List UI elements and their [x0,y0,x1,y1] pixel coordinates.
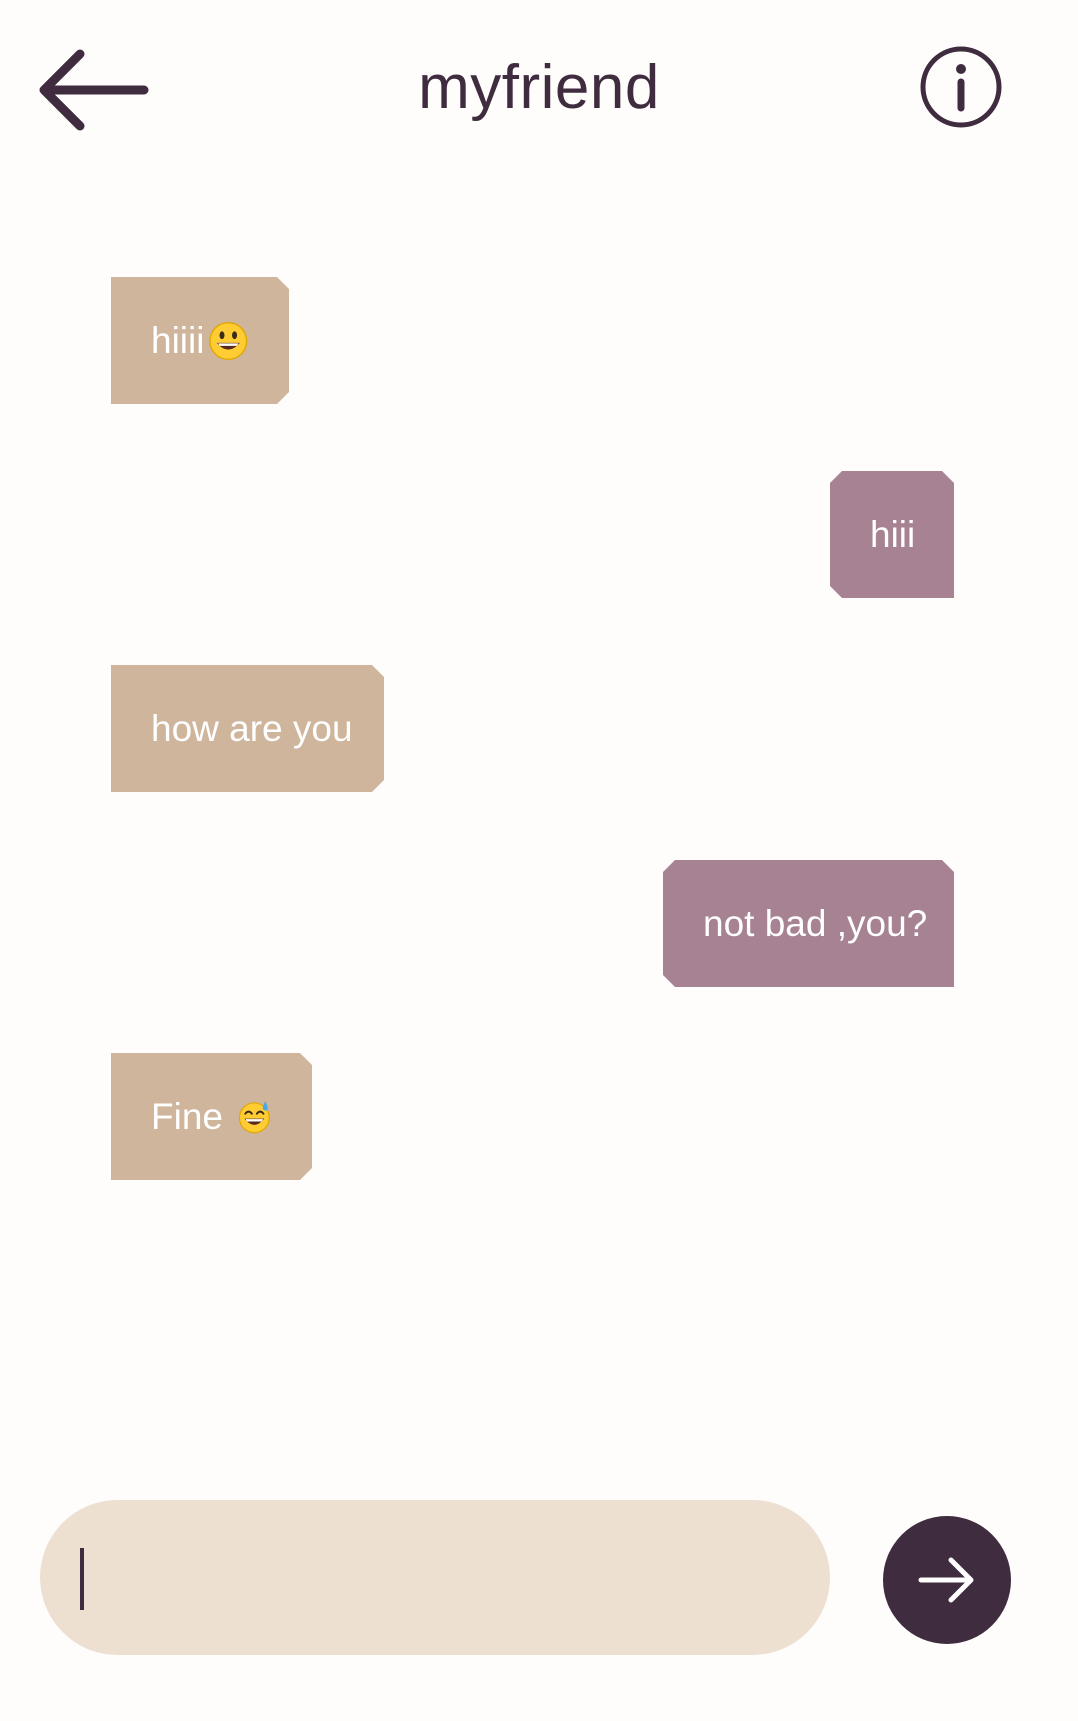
info-button[interactable] [918,44,1004,130]
grinning-face-emoji [208,320,249,362]
chat-header: myfriend [0,0,1078,190]
message-text: hiii [870,513,916,555]
received-message-bubble: Fine [111,1053,312,1180]
message-text: not bad ,you? [703,902,928,944]
grinning-face-with-sweat-emoji [237,1096,272,1138]
received-message-bubble: hiiii [111,277,289,404]
info-circle-icon [920,46,1002,128]
message-text: hiiii [151,319,205,361]
message-text: how are you [151,707,353,749]
message-text: Fine [151,1095,234,1137]
arrow-right-icon [918,1557,974,1603]
received-message-bubble: how are you [111,665,384,792]
message-input[interactable] [40,1500,830,1655]
send-button[interactable] [883,1516,1011,1644]
sent-message-bubble: hiii [830,471,954,598]
sent-message-bubble: not bad ,you? [663,860,954,987]
chat-title: myfriend [418,53,660,122]
text-cursor [80,1548,84,1610]
